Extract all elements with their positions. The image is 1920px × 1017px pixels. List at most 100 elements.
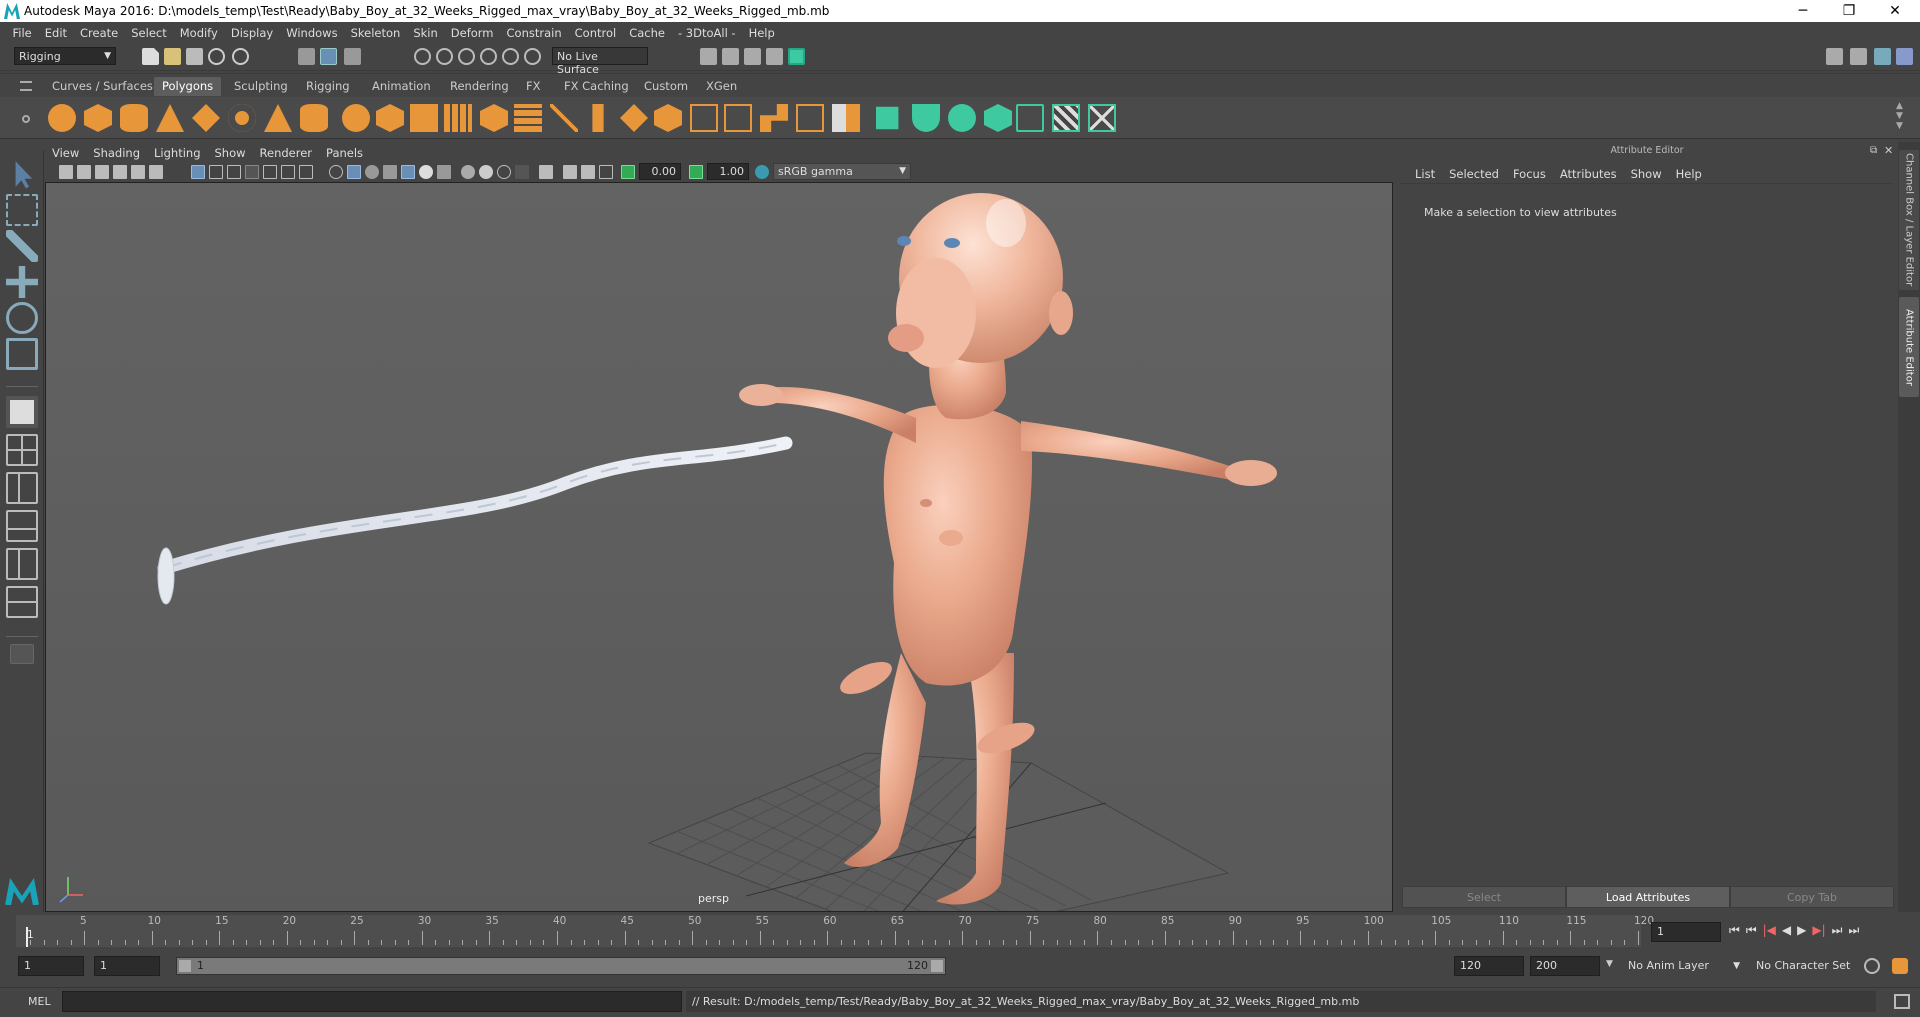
film-gate-icon[interactable] [209, 165, 223, 179]
range-end-handle[interactable] [931, 960, 943, 972]
playback-start-field[interactable]: 1 [94, 956, 160, 976]
go-to-end-icon[interactable]: ⏭ [1848, 923, 1859, 938]
menuset-dropdown[interactable]: Rigging ▼ [14, 47, 116, 65]
viewport-menu-shading[interactable]: Shading [86, 146, 147, 160]
menu-skeleton[interactable]: Skeleton [344, 26, 407, 40]
shelf-menu-icon[interactable] [20, 81, 32, 91]
select-component-icon[interactable] [344, 48, 361, 65]
tab-polygons[interactable]: Polygons [154, 77, 222, 96]
checker-icon[interactable] [1052, 104, 1080, 132]
script-language-label[interactable]: MEL [28, 995, 51, 1008]
menu-windows[interactable]: Windows [280, 26, 344, 40]
menu-create[interactable]: Create [74, 26, 125, 40]
tab-rendering[interactable]: Rendering [442, 77, 517, 96]
uv-cylindrical-icon[interactable] [912, 104, 940, 132]
mirror-icon[interactable] [514, 104, 542, 132]
menu-help[interactable]: Help [742, 26, 781, 40]
command-input[interactable] [62, 991, 682, 1012]
two-view-icon[interactable] [6, 472, 38, 504]
bevel-icon[interactable] [654, 104, 682, 132]
gamma-field[interactable]: 1.00 [707, 163, 749, 180]
hypershade-view-icon[interactable] [6, 586, 38, 618]
start-time-field[interactable]: 1 [18, 956, 84, 976]
preferences-icon[interactable] [1892, 958, 1908, 974]
insert-edge-loop-icon[interactable] [724, 104, 752, 132]
range-start-handle[interactable] [179, 960, 191, 972]
layout-icon[interactable] [1826, 48, 1843, 65]
minimize-button[interactable]: ─ [1780, 0, 1826, 22]
poly-cone-icon[interactable] [156, 104, 184, 132]
step-back-frame-icon[interactable]: |◀ [1763, 923, 1776, 938]
anim-layer-dropdown[interactable]: No Anim Layer ▼ [1622, 957, 1742, 975]
wireframe-on-shaded-icon[interactable] [365, 165, 379, 179]
safe-action-icon[interactable] [281, 165, 295, 179]
menu-cache[interactable]: Cache [623, 26, 672, 40]
multi-cut-icon[interactable] [550, 104, 578, 132]
viewport-menu-lighting[interactable]: Lighting [147, 146, 207, 160]
image-plane-icon[interactable] [113, 165, 127, 179]
target-weld-icon[interactable] [796, 104, 824, 132]
gamma-icon[interactable] [689, 165, 703, 179]
character-set-dropdown[interactable]: No Character Set [1750, 957, 1862, 975]
snap-surface-icon[interactable] [502, 48, 519, 65]
tab-sculpting[interactable]: Sculpting [226, 77, 296, 96]
isolate-select-icon[interactable] [539, 165, 553, 179]
maximize-button[interactable]: ❐ [1826, 0, 1872, 22]
hypershade-icon[interactable] [788, 48, 805, 65]
menu-skin[interactable]: Skin [407, 26, 444, 40]
menu-modify[interactable]: Modify [173, 26, 224, 40]
uv-spherical-icon[interactable] [948, 104, 976, 132]
script-editor-icon[interactable] [1894, 994, 1910, 1009]
colorspace-dropdown[interactable]: sRGB gamma ▼ [773, 163, 911, 180]
backface-icon[interactable] [599, 165, 613, 179]
snap-view-icon[interactable] [480, 48, 497, 65]
menu-select[interactable]: Select [125, 26, 173, 40]
poly-pyramid-icon[interactable] [264, 104, 292, 132]
toggle-panel-icon[interactable] [1850, 48, 1867, 65]
save-scene-icon[interactable] [186, 48, 203, 65]
extract-icon[interactable] [410, 104, 438, 132]
cut-uv-icon[interactable] [1088, 104, 1116, 132]
four-view-icon[interactable] [6, 434, 38, 466]
ambient-occlusion-icon[interactable] [461, 165, 475, 179]
tab-fx[interactable]: FX [518, 77, 549, 96]
camera-attributes-icon[interactable] [77, 165, 91, 179]
select-object-icon[interactable] [320, 48, 337, 65]
camera-select-icon[interactable] [59, 165, 73, 179]
toolbox-more-icon[interactable] [10, 644, 34, 664]
bridge-edge-icon[interactable] [690, 104, 718, 132]
auto-key-icon[interactable] [1864, 958, 1880, 974]
ae-menu-focus[interactable]: Focus [1506, 167, 1553, 181]
ae-menu-attributes[interactable]: Attributes [1553, 167, 1624, 181]
menu-edit[interactable]: Edit [38, 26, 73, 40]
depth-of-field-icon[interactable] [515, 165, 529, 179]
playback-end-field[interactable]: 120 [1454, 956, 1524, 976]
ipr-render-icon[interactable] [744, 48, 761, 65]
viewport-menu-show[interactable]: Show [208, 146, 253, 160]
poly-cube-icon[interactable] [84, 104, 112, 132]
field-chart-icon[interactable] [263, 165, 277, 179]
bridge-icon[interactable] [620, 104, 648, 132]
shelf-scroll-icon[interactable]: ▲ ▼ ▼ [1896, 101, 1903, 131]
range-slider[interactable]: 1 120 [176, 957, 946, 975]
paint-select-icon[interactable] [6, 230, 38, 262]
viewport-menu-view[interactable]: View [45, 146, 86, 160]
xray-active-icon[interactable] [581, 165, 595, 179]
2d-pan-icon[interactable] [131, 165, 145, 179]
snap-point-icon[interactable] [458, 48, 475, 65]
gate-mask-icon[interactable] [245, 165, 259, 179]
redo-icon[interactable] [232, 48, 249, 65]
step-back-key-icon[interactable]: ⏮ [1746, 923, 1757, 938]
snap-vertex-icon[interactable] [524, 48, 541, 65]
grease-pencil-icon[interactable] [149, 165, 163, 179]
exposure-field[interactable]: 0.00 [639, 163, 681, 180]
render-current-icon[interactable] [722, 48, 739, 65]
load-attributes-button[interactable]: Load Attributes [1566, 886, 1730, 908]
combine-icon[interactable] [342, 104, 370, 132]
close-button[interactable]: ✕ [1872, 0, 1918, 22]
tab-curves-surfaces[interactable]: Curves / Surfaces [44, 77, 161, 96]
snap-grid-icon[interactable] [414, 48, 431, 65]
graph-view-icon[interactable] [6, 548, 38, 580]
play-backwards-icon[interactable]: ◀ [1782, 923, 1791, 938]
step-forward-key-icon[interactable]: ⏭ [1832, 923, 1843, 938]
